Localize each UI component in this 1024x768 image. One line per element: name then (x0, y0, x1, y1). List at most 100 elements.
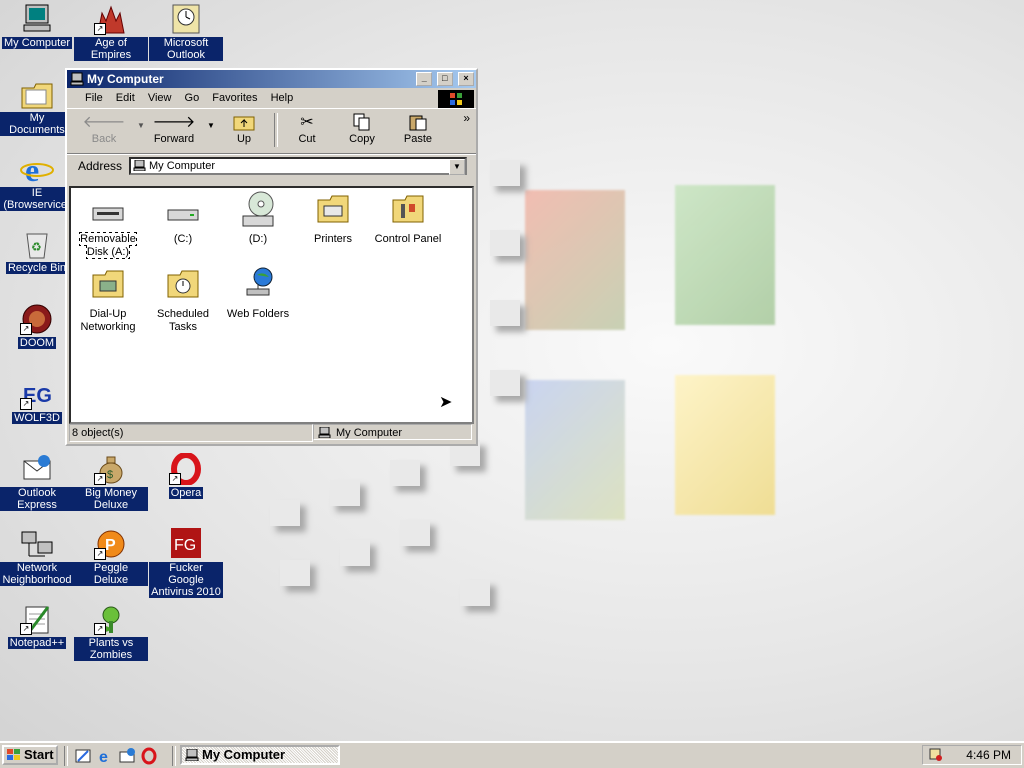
mouse-cursor-icon: ➤ (439, 394, 453, 411)
item-floppy[interactable]: Removable Disk (A:) (73, 198, 143, 259)
desktop-icon-my-computer[interactable]: My Computer (0, 3, 74, 49)
item-drive-d[interactable]: (D:) (223, 190, 293, 246)
start-button[interactable]: Start (2, 745, 58, 765)
taskbar-button-my-computer[interactable]: My Computer (180, 745, 340, 765)
toolbar-chevron-icon[interactable]: » (463, 111, 470, 125)
back-arrow-icon: 🡐 (82, 114, 126, 131)
window-titlebar[interactable]: My Computer _ □ × (67, 70, 476, 88)
quicklaunch-desktop-icon[interactable] (74, 747, 92, 765)
shortcut-arrow-icon: ↗ (20, 323, 32, 335)
back-button[interactable]: 🡐 Back (77, 113, 131, 145)
desktop-icon-label: Big Money Deluxe (74, 487, 148, 511)
wallpaper-tile (270, 500, 300, 526)
plants-icon: ↗ (94, 603, 128, 635)
wallpaper-tile (330, 480, 360, 506)
item-dialup[interactable]: Dial-Up Networking (73, 265, 143, 334)
back-label: Back (91, 133, 117, 145)
cut-button[interactable]: ✂ Cut (280, 113, 334, 145)
desktop-icon-recycle-bin[interactable]: ♻ Recycle Bin (0, 228, 74, 274)
item-web-folders[interactable]: Web Folders (223, 265, 293, 321)
desktop-icon-opera[interactable]: ↗ Opera (149, 452, 223, 499)
quicklaunch-opera-icon[interactable] (140, 747, 158, 765)
paste-button[interactable]: Paste (391, 113, 445, 145)
clock[interactable]: 4:46 PM (966, 748, 1011, 762)
money-bag-icon: $ ↗ (94, 453, 128, 485)
desktop-icon-my-documents[interactable]: My Documents (0, 78, 74, 136)
folder-icon (20, 78, 54, 110)
file-view[interactable]: Removable Disk (A:) (C:) (D:) Printers C… (69, 186, 474, 424)
my-computer-window[interactable]: My Computer _ □ × File Edit View Go Favo… (65, 68, 478, 446)
wallpaper-pane-blue (525, 380, 625, 520)
desktop-icon-network-neighborhood[interactable]: Network Neighborhood (0, 528, 74, 586)
antivirus-icon: FG (169, 528, 203, 560)
desktop-icon-outlook-express[interactable]: Outlook Express (0, 453, 74, 511)
back-dropdown-icon[interactable]: ▼ (137, 121, 145, 130)
minimize-button[interactable]: _ (416, 72, 433, 86)
opera-icon: ↗ (169, 452, 203, 486)
svg-text:P: P (105, 537, 116, 554)
item-printers[interactable]: Printers (298, 190, 368, 246)
menu-view[interactable]: View (148, 92, 172, 104)
desktop-icon-age-of-empires[interactable]: ↗ Age of Empires (74, 3, 148, 61)
doom-icon: ↗ (20, 303, 54, 335)
copy-icon (335, 113, 389, 133)
forward-dropdown-icon[interactable]: ▼ (207, 121, 215, 130)
desktop-icon-label: My Computer (1, 37, 73, 49)
desktop-icon-microsoft-outlook[interactable]: Microsoft Outlook (149, 3, 223, 61)
age-of-empires-icon: ↗ (94, 3, 128, 35)
item-label: Removable Disk (A:) (79, 232, 137, 259)
windows-flag-icon (7, 749, 21, 761)
desktop-icon-label: My Documents (0, 112, 74, 136)
desktop-icon-label: WOLF3D (12, 412, 62, 424)
scheduler-tray-icon[interactable] (929, 748, 943, 762)
outlook-express-icon (20, 453, 54, 485)
copy-button[interactable]: Copy (335, 113, 389, 145)
forward-button[interactable]: 🡒 Forward (147, 113, 201, 145)
menu-file[interactable]: File (85, 92, 103, 104)
status-location-label: My Computer (336, 427, 403, 439)
desktop-icon-wolf3d[interactable]: EG ↗ WOLF3D (0, 378, 74, 424)
quicklaunch-outlook-express-icon[interactable] (118, 747, 136, 765)
wallpaper-tile (280, 560, 310, 586)
computer-icon (185, 748, 199, 762)
desktop-icon-label: Recycle Bin (5, 262, 69, 274)
desktop-icon-label: Opera (168, 487, 204, 499)
svg-text:♻: ♻ (31, 240, 42, 254)
svg-text:$: $ (107, 469, 113, 481)
menu-favorites[interactable]: Favorites (212, 92, 257, 104)
menu-help[interactable]: Help (271, 92, 294, 104)
item-drive-c[interactable]: (C:) (148, 198, 218, 246)
desktop-icon-ie[interactable]: e IE (Browservice) (0, 152, 74, 211)
scheduled-tasks-icon (166, 265, 200, 305)
desktop-icon-label: Peggle Deluxe (74, 562, 148, 586)
up-button[interactable]: Up (217, 113, 271, 145)
wolf3d-icon: EG ↗ (20, 378, 54, 410)
toolbar: 🡐 Back ▼ 🡒 Forward ▼ Up ✂ Cut Copy Paste… (67, 109, 476, 154)
quicklaunch-ie-icon[interactable]: e (96, 747, 114, 766)
wallpaper-tile (400, 520, 430, 546)
desktop-icon-big-money[interactable]: $ ↗ Big Money Deluxe (74, 453, 148, 511)
desktop-icon-notepad-plus-plus[interactable]: ↗ Notepad++ (0, 603, 74, 649)
maximize-button[interactable]: □ (436, 72, 453, 86)
desktop-icon-plants-vs-zombies[interactable]: ↗ Plants vs Zombies (74, 603, 148, 661)
shortcut-arrow-icon: ↗ (169, 473, 181, 485)
address-dropdown-icon[interactable]: ▼ (449, 159, 465, 175)
desktop-icon-peggle[interactable]: P ↗ Peggle Deluxe (74, 528, 148, 586)
address-label: Address (78, 159, 123, 173)
desktop-icon-antivirus[interactable]: FG Fucker Google Antivirus 2010 (149, 528, 223, 598)
wallpaper-tile (490, 370, 520, 396)
address-field[interactable]: My Computer ▼ (129, 157, 467, 175)
menu-go[interactable]: Go (185, 92, 200, 104)
menu-edit[interactable]: Edit (116, 92, 135, 104)
item-scheduled-tasks[interactable]: Scheduled Tasks (148, 265, 218, 334)
shortcut-arrow-icon: ↗ (20, 398, 32, 410)
close-button[interactable]: × (458, 72, 474, 86)
wallpaper-tile (490, 160, 520, 186)
up-label: Up (236, 133, 252, 145)
copy-label: Copy (349, 133, 375, 145)
item-control-panel[interactable]: Control Panel (373, 190, 443, 246)
status-bar: 8 object(s) My Computer (69, 424, 474, 442)
floppy-drive-icon (91, 198, 125, 230)
item-label: Scheduled Tasks (157, 308, 209, 333)
desktop-icon-doom[interactable]: ↗ DOOM (0, 303, 74, 349)
